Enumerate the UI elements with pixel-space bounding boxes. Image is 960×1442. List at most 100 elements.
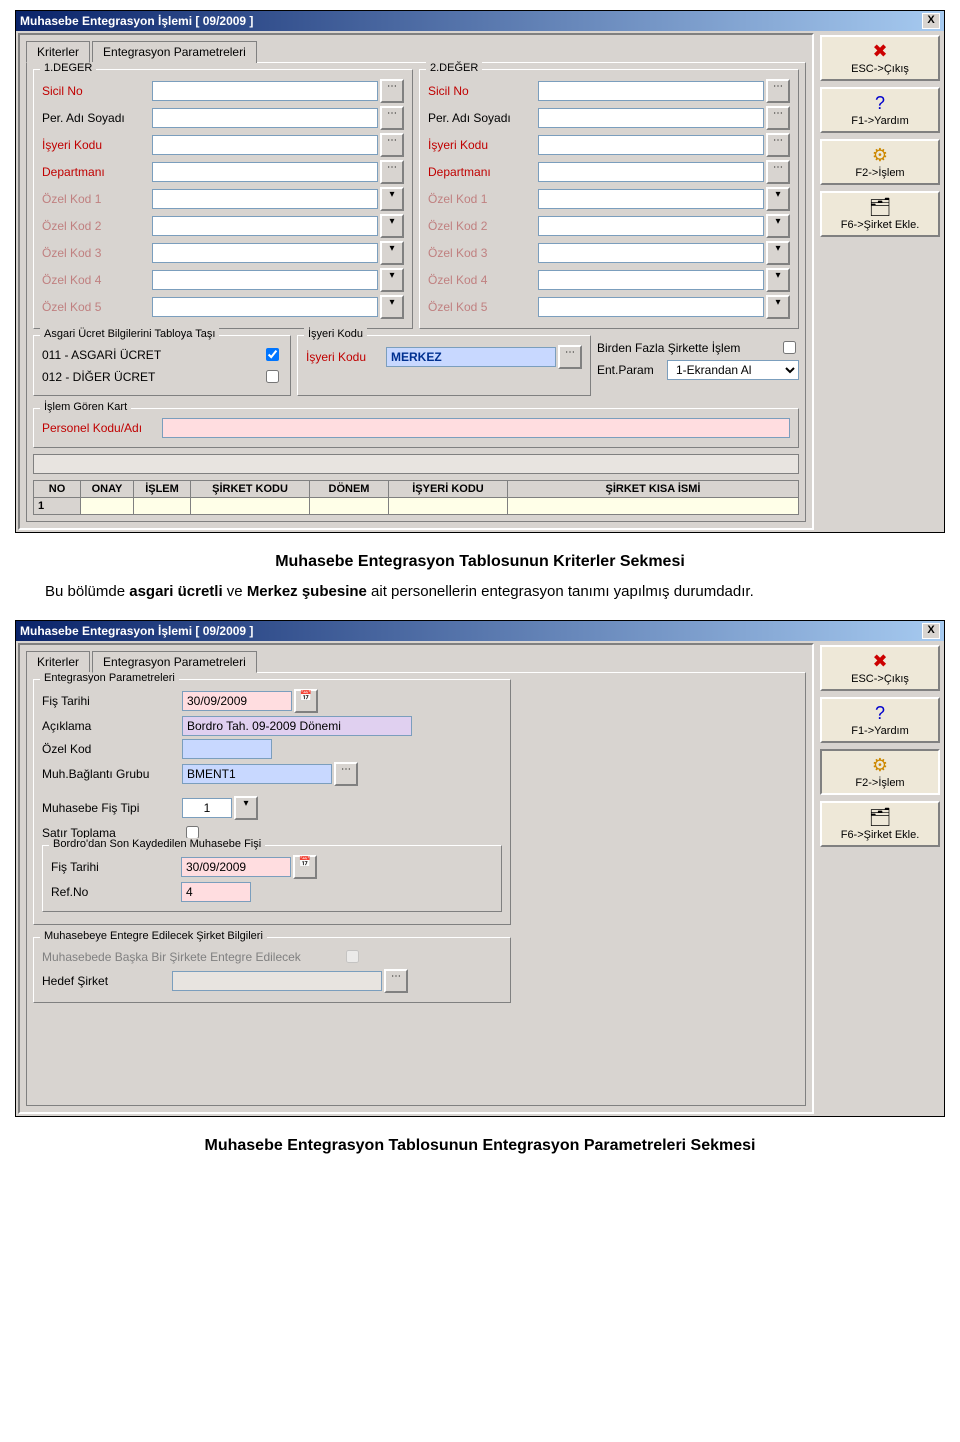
isyeri-kodu-input[interactable]: [538, 135, 764, 155]
lookup-icon[interactable]: ⋯: [384, 969, 408, 993]
group-1-deger: 1.DEĞER Sicil No⋯ Per. Adı Soyadı⋯ İşyer…: [33, 69, 413, 329]
lookup-icon[interactable]: ⋯: [766, 79, 790, 103]
lookup-icon[interactable]: ⋯: [380, 133, 404, 157]
lookup-icon[interactable]: ⋯: [558, 345, 582, 369]
ozel-kod-2-input[interactable]: [152, 216, 378, 236]
close-icon[interactable]: X: [922, 623, 940, 639]
label-muh-baglanti-grubu: Muh.Bağlantı Grubu: [42, 767, 182, 781]
f2-islem-button[interactable]: ⚙F2->İşlem: [820, 749, 940, 795]
label-isyeri-kodu: İşyeri Kodu: [42, 138, 152, 152]
lookup-icon[interactable]: ⋯: [766, 106, 790, 130]
lookup-icon[interactable]: ⋯: [380, 106, 404, 130]
ref-no-input[interactable]: [181, 882, 251, 902]
f1-yardim-button[interactable]: ?F1->Yardım: [820, 697, 940, 743]
f1-yardim-button[interactable]: ?F1->Yardım: [820, 87, 940, 133]
company-icon: 🗂: [824, 807, 936, 827]
ozel-kod-5-input[interactable]: [152, 297, 378, 317]
fis-tarihi-input[interactable]: [182, 691, 292, 711]
calendar-icon[interactable]: 📅: [293, 855, 317, 879]
cell-onay: [81, 498, 134, 515]
gear-icon: ⚙: [824, 145, 936, 165]
f2-islem-button[interactable]: ⚙F2->İşlem: [820, 139, 940, 185]
sicil-no-input[interactable]: [152, 81, 378, 101]
isyeri-kodu-input[interactable]: [386, 347, 556, 367]
cell-sirket-kodu: [191, 498, 310, 515]
label-012-diger-ucret: 012 - DİĞER ÜCRET: [42, 370, 262, 384]
baska-sirket-entegre-checkbox[interactable]: [346, 950, 359, 963]
ent-param-select[interactable]: 1-Ekrandan Al: [667, 360, 799, 380]
esc-cikis-button[interactable]: ✖ESC->Çıkış: [820, 645, 940, 691]
lookup-icon[interactable]: ⋯: [380, 79, 404, 103]
status-bar: [33, 454, 799, 474]
ozel-kod-5-input[interactable]: [538, 297, 764, 317]
multi-sirket-checkbox[interactable]: [783, 341, 796, 354]
company-icon: 🗂: [824, 197, 936, 217]
lookup-icon[interactable]: ⋯: [334, 762, 358, 786]
per-adi-input[interactable]: [152, 108, 378, 128]
label-isyeri-kodu: İşyeri Kodu: [306, 350, 386, 364]
group-entegrasyon-parametreleri: Entegrasyon Parametreleri Fiş Tarihi📅 Aç…: [33, 679, 511, 925]
group-2-deger: 2.DEĞER Sicil No⋯ Per. Adı Soyadı⋯ İşyer…: [419, 69, 799, 329]
bordro-fis-tarihi-input[interactable]: [181, 857, 291, 877]
tab-entegrasyon-parametreleri[interactable]: Entegrasyon Parametreleri: [92, 41, 257, 63]
aciklama-input[interactable]: [182, 716, 412, 736]
lookup-icon[interactable]: ▾: [766, 268, 790, 292]
ozel-kod-input[interactable]: [182, 739, 272, 759]
lookup-icon[interactable]: ▾: [380, 214, 404, 238]
sicil-no-input[interactable]: [538, 81, 764, 101]
lookup-icon[interactable]: ⋯: [766, 133, 790, 157]
cell-sirket-kisa-ismi: [508, 498, 799, 515]
personel-kodu-adi-input[interactable]: [162, 418, 790, 438]
muhasebe-fis-tipi-input[interactable]: [182, 798, 232, 818]
lookup-icon[interactable]: ▾: [380, 241, 404, 265]
label-ozel-kod-4: Özel Kod 4: [42, 273, 152, 287]
departman-input[interactable]: [538, 162, 764, 182]
lookup-icon[interactable]: ▾: [380, 295, 404, 319]
ozel-kod-2-input[interactable]: [538, 216, 764, 236]
per-adi-input[interactable]: [538, 108, 764, 128]
ozel-kod-1-input[interactable]: [538, 189, 764, 209]
ozel-kod-4-input[interactable]: [538, 270, 764, 290]
label-hedef-sirket: Hedef Şirket: [42, 974, 172, 988]
table-row[interactable]: 1: [34, 498, 799, 515]
lookup-icon[interactable]: ▾: [380, 187, 404, 211]
muh-baglanti-grubu-input[interactable]: [182, 764, 332, 784]
lookup-icon[interactable]: ⋯: [766, 160, 790, 184]
f6-sirket-ekle-button[interactable]: 🗂F6->Şirket Ekle.: [820, 801, 940, 847]
isyeri-kodu-input[interactable]: [152, 135, 378, 155]
ozel-kod-4-input[interactable]: [152, 270, 378, 290]
esc-cikis-button[interactable]: ✖ESC->Çıkış: [820, 35, 940, 81]
tab-entegrasyon-parametreleri[interactable]: Entegrasyon Parametreleri: [92, 651, 257, 673]
ozel-kod-3-input[interactable]: [538, 243, 764, 263]
lookup-icon[interactable]: ▾: [766, 241, 790, 265]
ozel-kod-3-input[interactable]: [152, 243, 378, 263]
lookup-icon[interactable]: ⋯: [380, 160, 404, 184]
caption-2: Muhasebe Entegrasyon Tablosunun Entegras…: [15, 1137, 945, 1155]
tab-kriterler[interactable]: Kriterler: [26, 41, 90, 63]
lookup-icon[interactable]: ▾: [766, 187, 790, 211]
tab-kriterler[interactable]: Kriterler: [26, 651, 90, 673]
group-hedef-sirket: Muhasebeye Entegre Edilecek Şirket Bilgi…: [33, 937, 511, 1003]
label-ozel-kod-4: Özel Kod 4: [428, 273, 538, 287]
help-icon: ?: [824, 703, 936, 723]
lookup-icon[interactable]: ▾: [234, 796, 258, 820]
lookup-icon[interactable]: ▾: [766, 295, 790, 319]
lookup-icon[interactable]: ▾: [380, 268, 404, 292]
label-ozel-kod-2: Özel Kod 2: [428, 219, 538, 233]
lookup-icon[interactable]: ▾: [766, 214, 790, 238]
label-ent-param: Ent.Param: [597, 363, 667, 377]
ozel-kod-1-input[interactable]: [152, 189, 378, 209]
diger-ucret-checkbox[interactable]: [266, 370, 279, 383]
close-icon[interactable]: X: [922, 13, 940, 29]
label-ozel-kod-5: Özel Kod 5: [428, 300, 538, 314]
titlebar: Muhasebe Entegrasyon İşlemi [ 09/2009 ] …: [16, 11, 944, 31]
label-sicil-no: Sicil No: [428, 84, 538, 98]
f6-sirket-ekle-button[interactable]: 🗂F6->Şirket Ekle.: [820, 191, 940, 237]
label-departman: Departmanı: [42, 165, 152, 179]
asgari-ucret-checkbox[interactable]: [266, 348, 279, 361]
calendar-icon[interactable]: 📅: [294, 689, 318, 713]
departman-input[interactable]: [152, 162, 378, 182]
label-aciklama: Açıklama: [42, 719, 182, 733]
group-title: 2.DEĞER: [426, 62, 482, 74]
group-asgari-ucret: Asgari Ücret Bilgilerini Tabloya Taşı 01…: [33, 335, 291, 396]
